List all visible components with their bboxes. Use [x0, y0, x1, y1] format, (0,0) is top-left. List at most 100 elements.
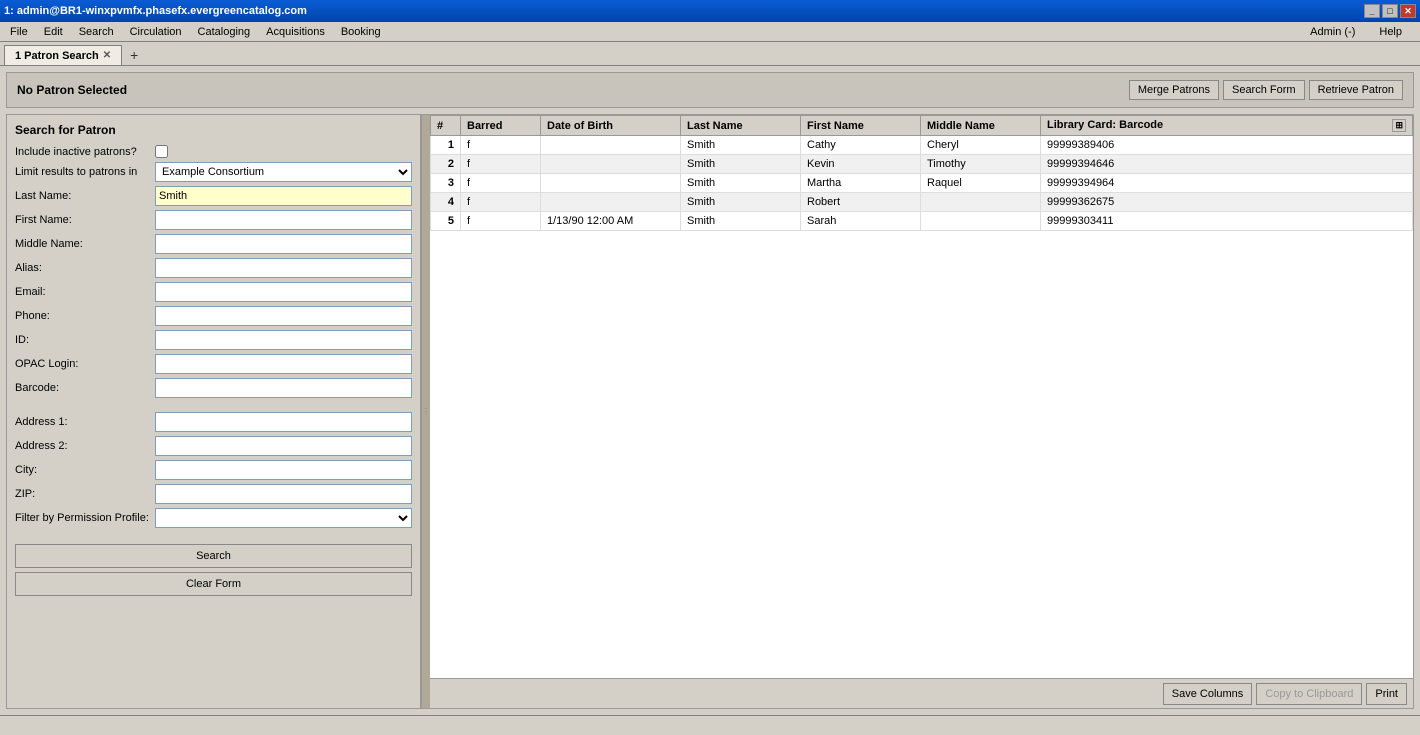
cell-first-name: Robert — [801, 193, 921, 212]
cell-dob: 1/13/90 12:00 AM — [541, 212, 681, 231]
barcode-label: Barcode: — [15, 382, 155, 394]
filter-select[interactable] — [155, 508, 412, 528]
tab-bar: 1 Patron Search ✕ + — [0, 42, 1420, 66]
content-area: Search for Patron Include inactive patro… — [6, 114, 1414, 709]
menu-search[interactable]: Search — [71, 24, 122, 40]
inactive-checkbox[interactable] — [155, 145, 168, 158]
phone-row: Phone: — [15, 306, 412, 326]
table-row[interactable]: 5 f 1/13/90 12:00 AM Smith Sarah 9999930… — [431, 212, 1413, 231]
middle-name-row: Middle Name: — [15, 234, 412, 254]
tab-close-icon[interactable]: ✕ — [103, 50, 111, 61]
tab-patron-search[interactable]: 1 Patron Search ✕ — [4, 45, 122, 65]
table-row[interactable]: 4 f Smith Robert 99999362675 — [431, 193, 1413, 212]
limit-label: Limit results to patrons in — [15, 166, 155, 178]
cell-num: 4 — [431, 193, 461, 212]
cell-library-card: 99999303411 — [1041, 212, 1413, 231]
middle-name-label: Middle Name: — [15, 238, 155, 250]
menu-acquisitions[interactable]: Acquisitions — [258, 24, 333, 40]
address2-row: Address 2: — [15, 436, 412, 456]
maximize-button[interactable]: □ — [1382, 4, 1398, 18]
search-form-button[interactable]: Search Form — [1223, 80, 1305, 100]
help-menu[interactable]: Help — [1371, 24, 1410, 40]
cell-dob — [541, 136, 681, 155]
patron-status-text: No Patron Selected — [17, 83, 127, 97]
alias-label: Alias: — [15, 262, 155, 274]
middle-name-input[interactable] — [155, 234, 412, 254]
cell-dob — [541, 174, 681, 193]
cell-last-name: Smith — [681, 193, 801, 212]
table-header-row: # Barred Date of Birth Last Name First N… — [431, 116, 1413, 136]
title-bar: 1: admin@BR1-winxpvmfx.phasefx.evergreen… — [0, 0, 1420, 22]
menu-circulation[interactable]: Circulation — [122, 24, 190, 40]
merge-patrons-button[interactable]: Merge Patrons — [1129, 80, 1219, 100]
results-table-container: # Barred Date of Birth Last Name First N… — [430, 115, 1413, 678]
address1-row: Address 1: — [15, 412, 412, 432]
address1-input[interactable] — [155, 412, 412, 432]
barcode-input[interactable] — [155, 378, 412, 398]
email-label: Email: — [15, 286, 155, 298]
city-row: City: — [15, 460, 412, 480]
barcode-row: Barcode: — [15, 378, 412, 398]
save-columns-button[interactable]: Save Columns — [1163, 683, 1253, 705]
cell-last-name: Smith — [681, 212, 801, 231]
table-row[interactable]: 1 f Smith Cathy Cheryl 99999389406 — [431, 136, 1413, 155]
cell-last-name: Smith — [681, 174, 801, 193]
retrieve-patron-button[interactable]: Retrieve Patron — [1309, 80, 1403, 100]
phone-input[interactable] — [155, 306, 412, 326]
first-name-label: First Name: — [15, 214, 155, 226]
table-row[interactable]: 3 f Smith Martha Raquel 99999394964 — [431, 174, 1413, 193]
menu-edit[interactable]: Edit — [36, 24, 71, 40]
admin-menu[interactable]: Admin (-) — [1302, 24, 1363, 40]
tab-patron-search-label: 1 Patron Search — [15, 50, 99, 62]
inactive-row: Include inactive patrons? — [15, 145, 412, 158]
zip-input[interactable] — [155, 484, 412, 504]
close-button[interactable]: ✕ — [1400, 4, 1416, 18]
zip-row: ZIP: — [15, 484, 412, 504]
opac-input[interactable] — [155, 354, 412, 374]
print-button[interactable]: Print — [1366, 683, 1407, 705]
main-area: No Patron Selected Merge Patrons Search … — [0, 66, 1420, 715]
cell-num: 5 — [431, 212, 461, 231]
panel-divider[interactable]: ⋮ — [422, 115, 430, 708]
results-table: # Barred Date of Birth Last Name First N… — [430, 115, 1413, 231]
title-bar-controls: _ □ ✕ — [1364, 4, 1416, 18]
city-input[interactable] — [155, 460, 412, 480]
address2-input[interactable] — [155, 436, 412, 456]
col-library-card: Library Card: Barcode ⊞ — [1041, 116, 1413, 136]
cell-last-name: Smith — [681, 136, 801, 155]
table-row[interactable]: 2 f Smith Kevin Timothy 99999394646 — [431, 155, 1413, 174]
menu-cataloging[interactable]: Cataloging — [190, 24, 259, 40]
email-row: Email: — [15, 282, 412, 302]
filter-label: Filter by Permission Profile: — [15, 512, 155, 524]
first-name-input[interactable] — [155, 210, 412, 230]
search-panel: Search for Patron Include inactive patro… — [7, 115, 422, 708]
menu-booking[interactable]: Booking — [333, 24, 389, 40]
cell-barred: f — [461, 193, 541, 212]
alias-input[interactable] — [155, 258, 412, 278]
limit-row: Limit results to patrons in Example Cons… — [15, 162, 412, 182]
clear-form-button[interactable]: Clear Form — [15, 572, 412, 596]
email-input[interactable] — [155, 282, 412, 302]
col-num: # — [431, 116, 461, 136]
title-text: 1: admin@BR1-winxpvmfx.phasefx.evergreen… — [4, 5, 307, 17]
form-buttons: Search Clear Form — [15, 544, 412, 596]
tab-add-button[interactable]: + — [122, 45, 146, 65]
col-expand-icon[interactable]: ⊞ — [1392, 119, 1406, 132]
results-tbody: 1 f Smith Cathy Cheryl 99999389406 2 f S… — [431, 136, 1413, 231]
id-input[interactable] — [155, 330, 412, 350]
first-name-row: First Name: — [15, 210, 412, 230]
cell-first-name: Cathy — [801, 136, 921, 155]
menu-file[interactable]: File — [2, 24, 36, 40]
help-area: Admin (-) Help — [1302, 24, 1418, 40]
search-button[interactable]: Search — [15, 544, 412, 568]
id-label: ID: — [15, 334, 155, 346]
last-name-input[interactable] — [155, 186, 412, 206]
limit-select[interactable]: Example Consortium — [155, 162, 412, 182]
cell-barred: f — [461, 212, 541, 231]
cell-first-name: Sarah — [801, 212, 921, 231]
inactive-label: Include inactive patrons? — [15, 146, 155, 158]
cell-first-name: Kevin — [801, 155, 921, 174]
cell-barred: f — [461, 174, 541, 193]
minimize-button[interactable]: _ — [1364, 4, 1380, 18]
copy-clipboard-button[interactable]: Copy to Clipboard — [1256, 683, 1362, 705]
